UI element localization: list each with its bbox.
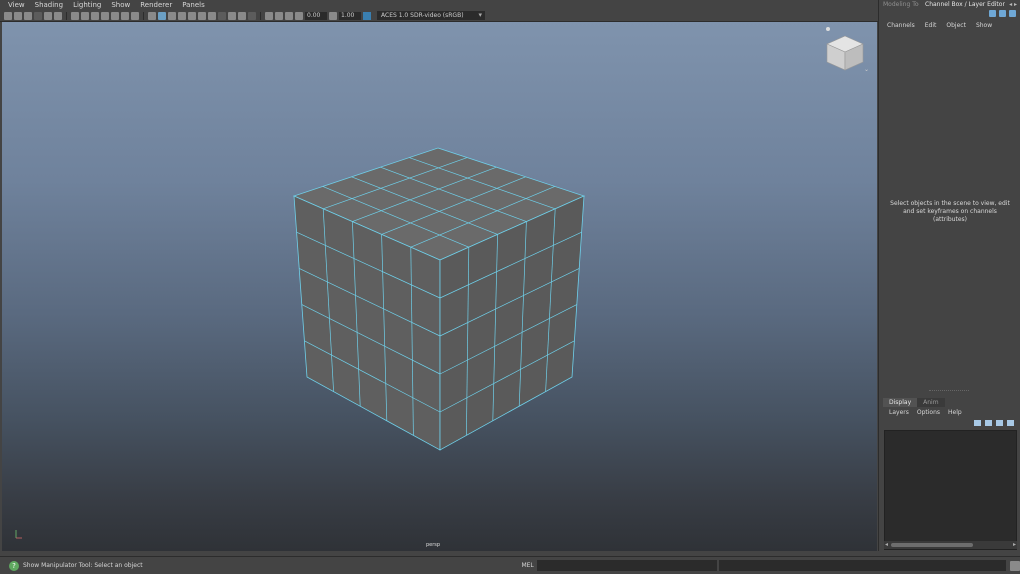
status-bar: ? Show Manipulator Tool: Select an objec… [0,556,1020,574]
menu-edit[interactable]: Edit [925,22,937,29]
backface-culling-icon[interactable] [285,11,293,20]
view-transform-dropdown[interactable]: ACES 1.0 SDR-video (sRGB) [377,11,485,20]
new-empty-layer-icon[interactable] [996,420,1003,426]
menu-panels[interactable]: Panels [182,1,205,9]
tab-anim[interactable]: Anim [917,398,945,407]
bookmark-icon[interactable] [34,11,42,20]
layer-editor-tabs: Display Anim [883,398,945,407]
menu-layers[interactable]: Layers [889,409,909,416]
command-line-input[interactable] [537,560,717,571]
select-camera-icon[interactable] [4,11,12,20]
toolbar-divider [143,11,144,20]
multisample-icon[interactable] [228,11,236,20]
gamma-icon[interactable] [329,11,337,20]
image-plane-icon[interactable] [44,11,52,20]
move-layer-down-icon[interactable] [985,420,992,426]
viewcube-menu-icon[interactable]: ⌄ [864,66,869,73]
attribute-editor-toggle-icon[interactable] [999,10,1006,17]
help-line-text: Show Manipulator Tool: Select an object [22,562,143,569]
move-layer-up-icon[interactable] [974,420,981,426]
tab-display[interactable]: Display [883,398,918,407]
new-layer-from-selection-icon[interactable] [1007,420,1014,426]
gamma-field[interactable]: 1.00 [339,11,361,20]
shadows-icon[interactable] [198,11,206,20]
panel-tabs: Modeling Toolkit Channel Box / Layer Edi… [879,0,1020,9]
xray-icon[interactable] [265,11,273,20]
xray-joints-icon[interactable] [275,11,283,20]
tool-settings-toggle-icon[interactable] [1009,10,1016,17]
safe-action-icon[interactable] [121,11,129,20]
tab-channel-box[interactable]: Channel Box / Layer Editor [919,1,1005,8]
camera-attributes-icon[interactable] [24,11,32,20]
menu-options[interactable]: Options [917,409,940,416]
script-editor-icon[interactable] [1010,560,1020,571]
menu-view[interactable]: View [8,1,25,9]
color-management-icon[interactable] [363,11,371,20]
menu-object[interactable]: Object [946,22,966,29]
menu-lighting[interactable]: Lighting [73,1,101,9]
menu-help[interactable]: Help [948,409,962,416]
scroll-right-icon[interactable]: ▸ [1013,541,1016,548]
depth-of-field-icon[interactable] [238,11,246,20]
channel-box-toggle-icon[interactable] [989,10,996,17]
viewport-menubar: View Shading Lighting Show Renderer Pane… [0,0,878,10]
toolbar-divider [260,11,261,20]
isolate-select-icon[interactable] [248,11,256,20]
exposure-field[interactable]: 0.00 [305,11,327,20]
channel-box-icons [989,10,1016,17]
menu-show[interactable]: Show [111,1,130,9]
menu-show-channels[interactable]: Show [976,22,992,29]
menu-channels[interactable]: Channels [887,22,915,29]
command-output-field [718,560,1007,571]
layer-move-icons [974,420,1014,426]
grease-pencil-icon[interactable] [54,11,62,20]
film-gate-icon[interactable] [81,11,89,20]
camera-label: persp [426,542,441,548]
layer-hscrollbar[interactable]: ◂ ▸ [884,541,1017,549]
ambient-occlusion-icon[interactable] [208,11,216,20]
tab-scroll-arrows-icon[interactable]: ◂ ▸ [1009,1,1017,8]
motion-blur-icon[interactable] [218,11,226,20]
scroll-thumb[interactable] [891,543,973,547]
viewport-toolbar: 0.00 1.00 ACES 1.0 SDR-video (sRGB) [0,10,878,22]
empty-selection-hint: Select objects in the scene to view, edi… [890,200,1010,223]
layer-menu: Layers Options Help [889,409,962,416]
exposure-icon[interactable] [295,11,303,20]
channel-menu: Channels Edit Object Show [887,22,992,29]
use-all-lights-icon[interactable] [188,11,196,20]
channel-box-panel: Modeling Toolkit Channel Box / Layer Edi… [878,0,1020,551]
mel-label[interactable]: MEL [521,562,535,569]
gate-mask-icon[interactable] [101,11,109,20]
scroll-left-icon[interactable]: ◂ [885,541,888,548]
textured-icon[interactable] [178,11,186,20]
menu-shading[interactable]: Shading [35,1,63,9]
home-icon[interactable] [826,27,830,31]
help-line-icon: ? [9,560,19,571]
wireframe-icon[interactable] [148,11,156,20]
tab-modeling-toolkit[interactable]: Modeling Toolkit [879,1,919,8]
layer-list[interactable] [884,430,1017,550]
smooth-shade-icon[interactable] [158,11,166,20]
scene-svg: ⌄ [15,27,869,539]
resolution-gate-icon[interactable] [91,11,99,20]
panel-splitter[interactable] [929,390,969,391]
grid-icon[interactable] [71,11,79,20]
safe-title-icon[interactable] [131,11,139,20]
menu-renderer[interactable]: Renderer [140,1,172,9]
wireframe-on-shaded-icon[interactable] [168,11,176,20]
field-chart-icon[interactable] [111,11,119,20]
3d-viewport[interactable]: ⌄ persp [2,22,877,551]
toolbar-divider [66,11,67,20]
lock-camera-icon[interactable] [14,11,22,20]
